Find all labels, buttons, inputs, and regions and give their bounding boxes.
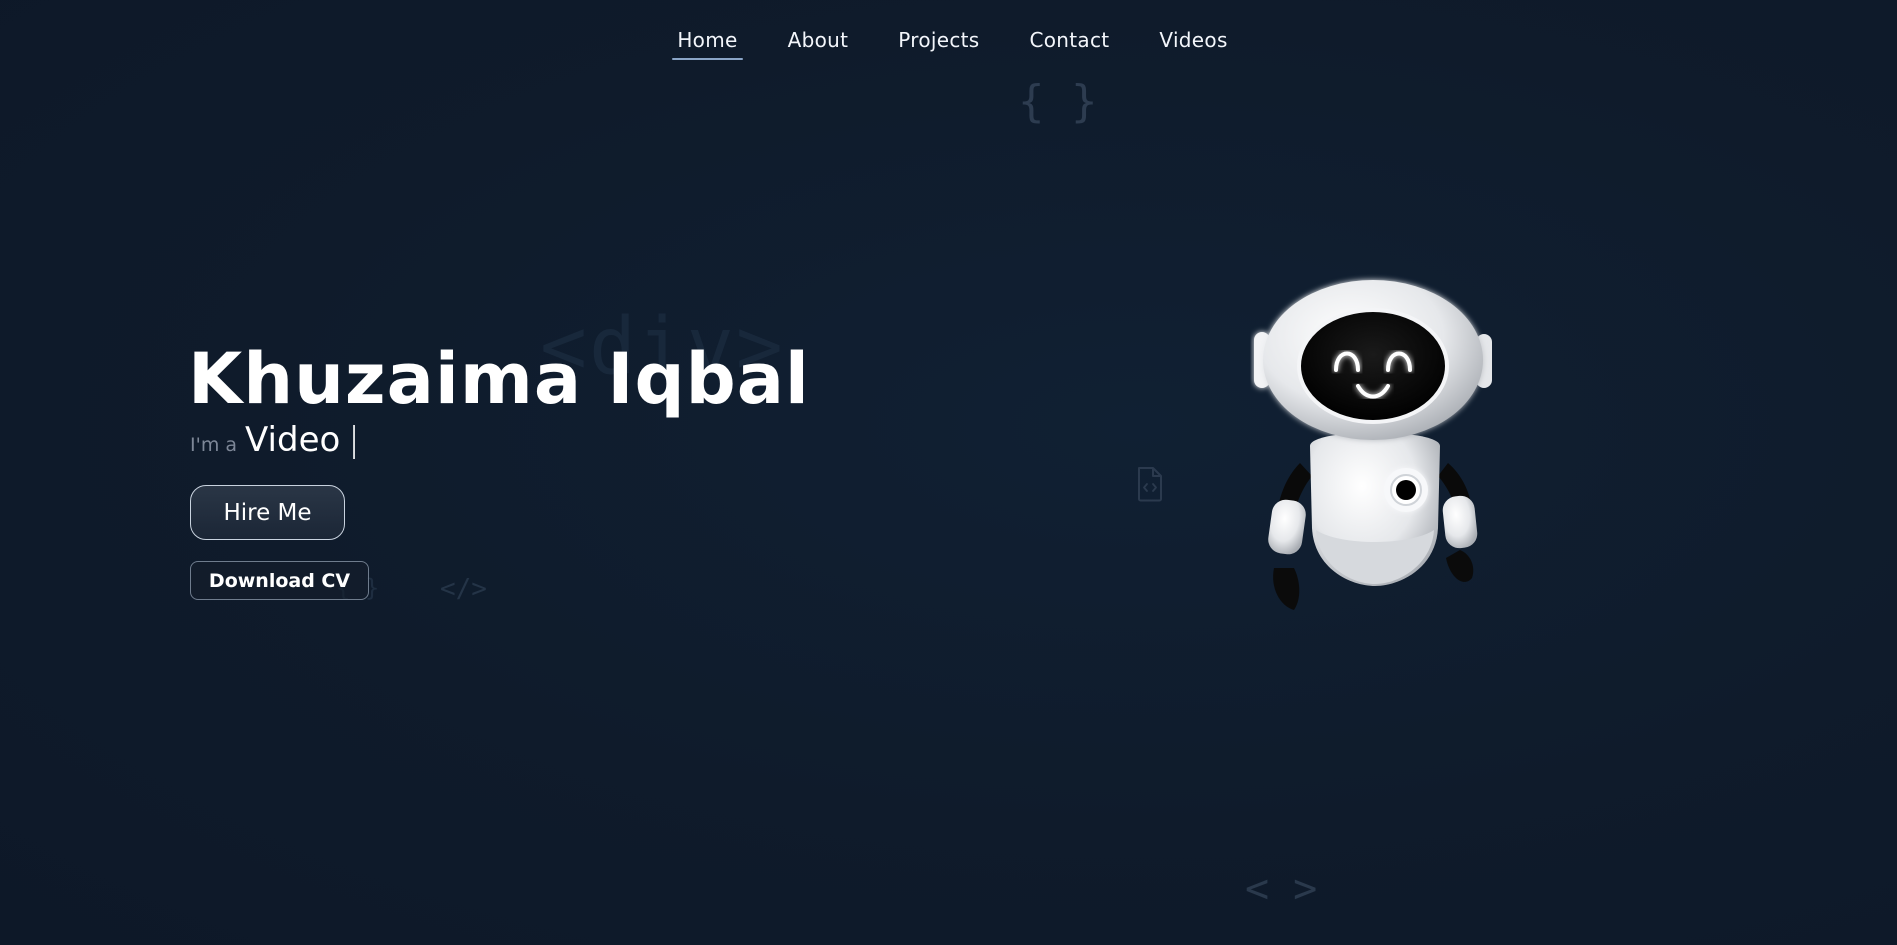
code-file-icon (1138, 467, 1162, 502)
close-tag-decoration-icon: </> (440, 574, 487, 604)
robot-mascot-illustration (1254, 280, 1492, 610)
hero-tagline: I'm a Video | (190, 420, 360, 460)
download-cv-button[interactable]: Download CV (190, 561, 369, 600)
portfolio-page: Home About Projects Contact Videos { } <… (0, 0, 1897, 945)
nav-about-link[interactable]: About (783, 24, 854, 60)
angle-brackets-decoration-icon: < > (1245, 866, 1318, 912)
typing-cursor: | (348, 420, 360, 460)
nav-home-link[interactable]: Home (672, 24, 743, 60)
main-nav: Home About Projects Contact Videos (0, 24, 1897, 60)
hero-name-title: Khuzaima Iqbal (188, 338, 810, 420)
nav-videos-link[interactable]: Videos (1154, 24, 1232, 60)
braces-decoration-icon: { } (1018, 76, 1098, 127)
hire-me-button[interactable]: Hire Me (190, 485, 345, 540)
nav-projects-link[interactable]: Projects (893, 24, 984, 60)
tagline-prefix: I'm a (190, 434, 238, 456)
nav-contact-link[interactable]: Contact (1024, 24, 1114, 60)
tagline-typed-role: Video (245, 420, 341, 460)
